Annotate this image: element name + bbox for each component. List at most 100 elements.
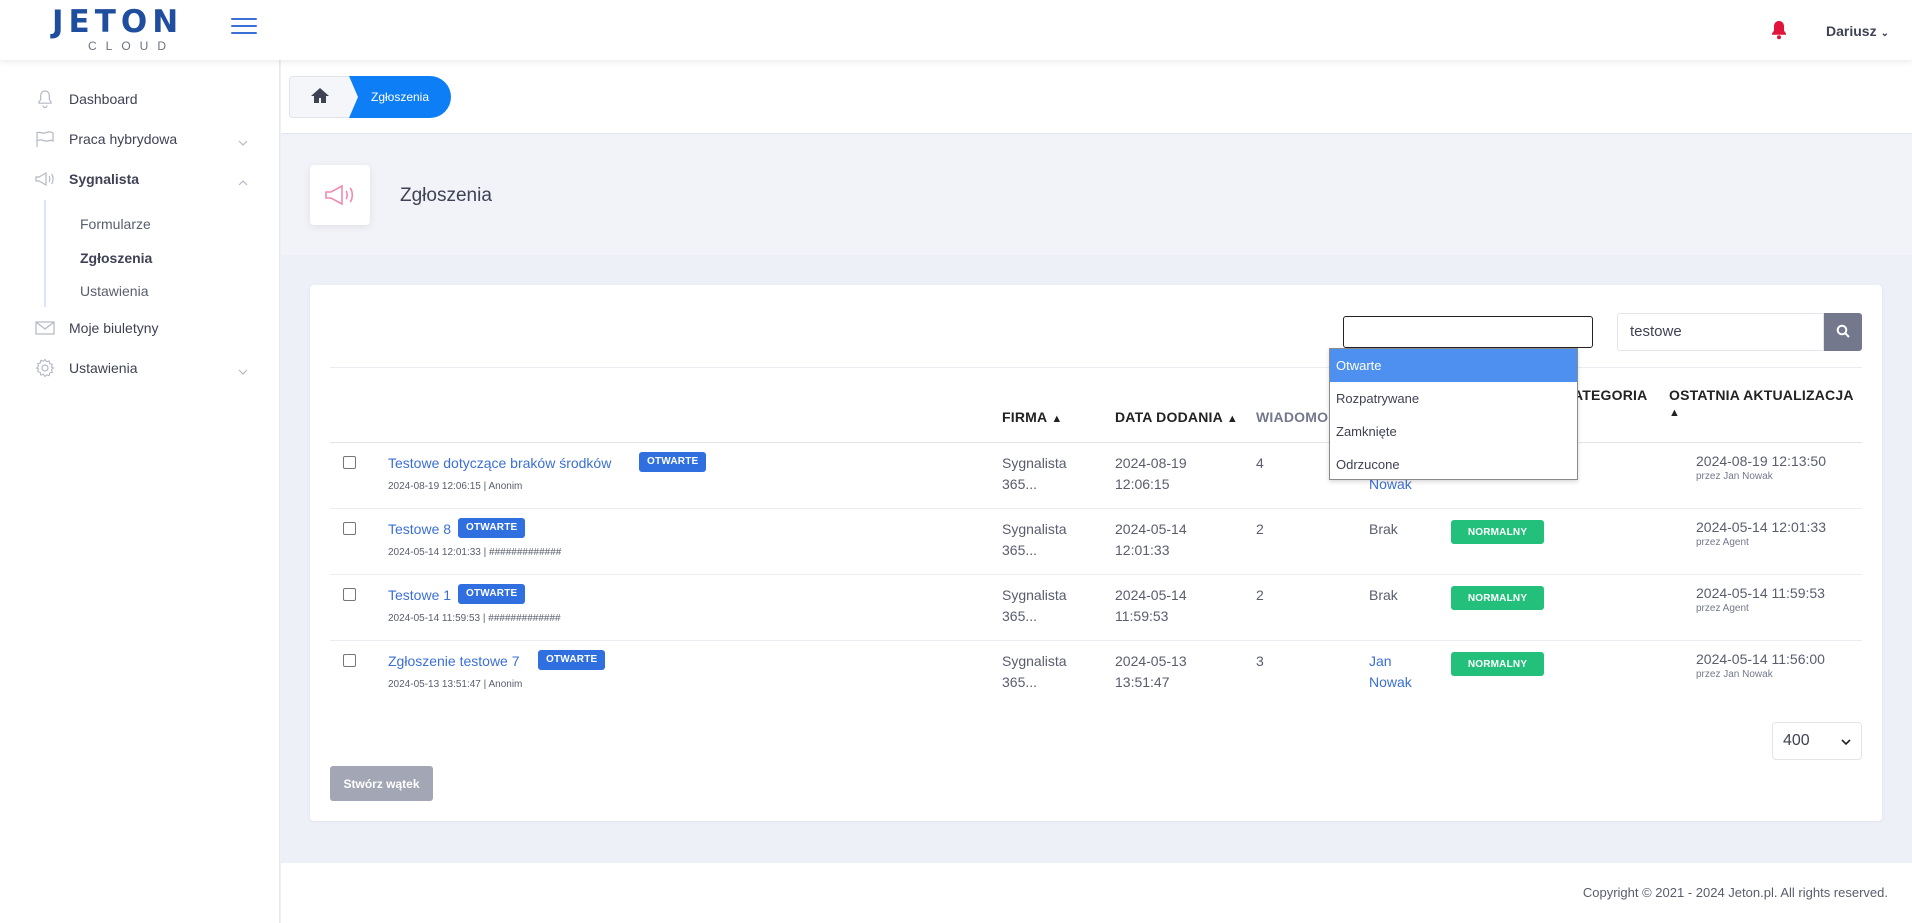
messages-count: 2 <box>1256 521 1264 537</box>
table-row[interactable]: Testowe 1 OTWARTE 2024-05-14 11:59:53 | … <box>330 575 1862 641</box>
assignee-link[interactable]: Jan Nowak <box>1369 651 1412 693</box>
report-meta: 2024-08-19 12:06:15 | Anonim <box>388 481 523 492</box>
column-header-data-dodania[interactable]: DATA DODANIA ▲︎ <box>1115 409 1238 425</box>
envelope-icon <box>34 318 56 338</box>
create-thread-button[interactable]: Stwórz wątek <box>330 766 433 801</box>
bell-icon <box>34 89 56 109</box>
messages-count: 3 <box>1256 653 1264 669</box>
header-label: FIRMA <box>1002 409 1048 425</box>
sidebar-item-dashboard[interactable]: Dashboard <box>34 85 248 113</box>
status-option-otwarte[interactable]: Otwarte <box>1330 349 1577 382</box>
sidebar: Dashboard Praca hybrydowa Sygnalista For… <box>0 60 280 923</box>
hamburger-icon[interactable] <box>231 18 257 38</box>
chevron-down-icon <box>238 133 248 149</box>
date-cell: 2024-05-14 11:59:53 <box>1115 585 1187 627</box>
status-option-zamkniete[interactable]: Zamknięte <box>1330 415 1577 448</box>
header-label: OSTATNIA AKTUALIZACJA <box>1669 387 1854 403</box>
date-line: 2024-05-13 <box>1115 653 1187 669</box>
sidebar-subitem-zgloszenia[interactable]: Zgłoszenia <box>80 250 152 266</box>
row-checkbox[interactable] <box>343 654 356 667</box>
megaphone-icon <box>310 165 370 225</box>
page-size-value: 400 <box>1783 732 1810 749</box>
table-row[interactable]: Zgłoszenie testowe 7 OTWARTE 2024-05-13 … <box>330 641 1862 707</box>
row-checkbox[interactable] <box>343 588 356 601</box>
report-title-link[interactable]: Testowe dotyczące braków środków <box>388 455 611 471</box>
report-title-link[interactable]: Zgłoszenie testowe 7 <box>388 653 520 669</box>
row-checkbox[interactable] <box>343 456 356 469</box>
report-title-link[interactable]: Testowe 1 <box>388 587 451 603</box>
breadcrumb-current[interactable]: Zgłoszenia <box>349 76 451 118</box>
sort-icon: ▲︎ <box>1669 407 1681 419</box>
assignee-line: Nowak <box>1369 674 1412 690</box>
status-option-odrzucone[interactable]: Odrzucone <box>1330 448 1577 481</box>
sidebar-item-moje-biuletyny[interactable]: Moje biuletyny <box>34 314 248 342</box>
column-header-wiadomosci[interactable]: WIADOMO <box>1256 409 1328 425</box>
firma-cell: Sygnalista 365... <box>1002 585 1067 627</box>
report-meta: 2024-05-14 11:59:53 | ############# <box>388 613 561 624</box>
messages-count: 4 <box>1256 455 1264 471</box>
date-line: 2024-08-19 <box>1115 455 1187 471</box>
column-header-ostatnia-aktualizacja[interactable]: OSTATNIA AKTUALIZACJA ▲︎ <box>1669 387 1854 419</box>
sort-icon: ▲︎ <box>1051 413 1063 425</box>
firma-line: 365... <box>1002 476 1038 492</box>
firma-line: Sygnalista <box>1002 653 1067 669</box>
date-cell: 2024-08-19 12:06:15 <box>1115 453 1187 495</box>
chevron-down-icon <box>238 362 248 378</box>
messages-count: 2 <box>1256 587 1264 603</box>
divider <box>330 367 1862 368</box>
priority-badge: NORMALNY <box>1451 586 1544 610</box>
row-checkbox[interactable] <box>343 522 356 535</box>
time-line: 11:59:53 <box>1115 608 1169 624</box>
search-input[interactable]: testowe <box>1617 313 1824 351</box>
report-meta: 2024-05-14 12:01:33 | ############# <box>388 547 562 558</box>
sidebar-item-sygnalista[interactable]: Sygnalista <box>34 165 248 193</box>
date-line: 2024-05-14 <box>1115 521 1187 537</box>
sort-icon: ▲︎ <box>1226 413 1238 425</box>
sidebar-item-label: Sygnalista <box>69 171 140 187</box>
column-header-kategoria[interactable]: ATEGORIA <box>1573 387 1647 403</box>
sidebar-item-label: Ustawienia <box>69 360 138 376</box>
status-filter-select[interactable] <box>1343 316 1593 348</box>
chevron-up-icon <box>238 173 248 189</box>
sidebar-item-label: Moje biuletyny <box>69 320 159 336</box>
updated-by: przez Agent <box>1696 537 1749 548</box>
firma-line: 365... <box>1002 674 1038 690</box>
updated-by: przez Jan Nowak <box>1696 669 1773 680</box>
table-row[interactable]: Testowe dotyczące braków środków OTWARTE… <box>330 443 1862 509</box>
breadcrumb-home[interactable] <box>289 76 351 118</box>
report-title-link[interactable]: Testowe 8 <box>388 521 451 537</box>
home-icon <box>310 87 330 107</box>
jeton-logo[interactable]: JETON CLOUD <box>52 4 184 54</box>
bell-icon[interactable] <box>1770 20 1788 40</box>
chevron-down-icon: ⌄ <box>1880 28 1889 39</box>
status-option-rozpatrywane[interactable]: Rozpatrywane <box>1330 382 1577 415</box>
sidebar-subitem-formularze[interactable]: Formularze <box>80 216 151 232</box>
submenu-line <box>44 200 46 307</box>
status-badge: OTWARTE <box>639 452 707 472</box>
search-button[interactable] <box>1824 313 1862 351</box>
time-line: 12:01:33 <box>1115 542 1170 558</box>
user-name: Dariusz <box>1826 23 1877 39</box>
logo-subtext: CLOUD <box>87 39 175 53</box>
user-menu[interactable]: Dariusz ⌄ <box>1826 23 1889 39</box>
table-row[interactable]: Testowe 8 OTWARTE 2024-05-14 12:01:33 | … <box>330 509 1862 575</box>
updated-by: przez Jan Nowak <box>1696 471 1773 482</box>
sidebar-item-praca-hybrydowa[interactable]: Praca hybrydowa <box>34 125 248 153</box>
firma-line: 365... <box>1002 608 1038 624</box>
sidebar-subitem-ustawienia[interactable]: Ustawienia <box>80 283 148 299</box>
firma-cell: Sygnalista 365... <box>1002 453 1067 495</box>
priority-badge: NORMALNY <box>1451 652 1544 676</box>
status-dropdown-list: Otwarte Rozpatrywane Zamknięte Odrzucone <box>1329 348 1578 480</box>
copyright-text: Copyright © 2021 - 2024 Jeton.pl. All ri… <box>1582 885 1888 900</box>
logo-text: JETON <box>52 4 184 40</box>
updated-by: przez Agent <box>1696 603 1749 614</box>
page-title: Zgłoszenia <box>400 185 492 206</box>
page-size-select[interactable]: 400 <box>1772 722 1862 760</box>
assignee-cell: Brak <box>1369 521 1398 537</box>
footer: Copyright © 2021 - 2024 Jeton.pl. All ri… <box>281 863 1912 923</box>
sidebar-item-ustawienia[interactable]: Ustawienia <box>34 354 248 382</box>
firma-cell: Sygnalista 365... <box>1002 651 1067 693</box>
column-header-firma[interactable]: FIRMA ▲︎ <box>1002 409 1062 425</box>
chevron-down-icon <box>1841 732 1851 750</box>
top-header: JETON CLOUD Dariusz ⌄ <box>0 0 1912 60</box>
